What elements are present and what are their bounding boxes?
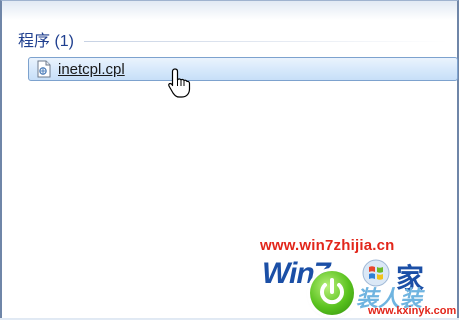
green-circle-logo-icon: [310, 271, 354, 315]
start-menu-search-results-panel: 程序 (1) inetcpl.cpl www.win7zhijia.cn Win…: [0, 0, 459, 318]
hand-pointer-cursor-icon: [168, 68, 191, 98]
watermark-url-bottom: www.kxinyk.com: [368, 305, 457, 317]
search-result-inetcpl[interactable]: inetcpl.cpl: [28, 57, 458, 81]
group-title: 程序 (1): [18, 33, 75, 50]
watermark-url-top: www.win7zhijia.cn: [260, 237, 395, 254]
programs-group-header: 程序 (1): [18, 27, 448, 51]
site-watermark: www.win7zhijia.cn Win7 家 装人装 www.kxinyk.…: [252, 233, 459, 319]
result-label: inetcpl.cpl: [58, 60, 125, 78]
group-divider: [84, 40, 448, 42]
control-panel-file-icon: [36, 60, 52, 78]
